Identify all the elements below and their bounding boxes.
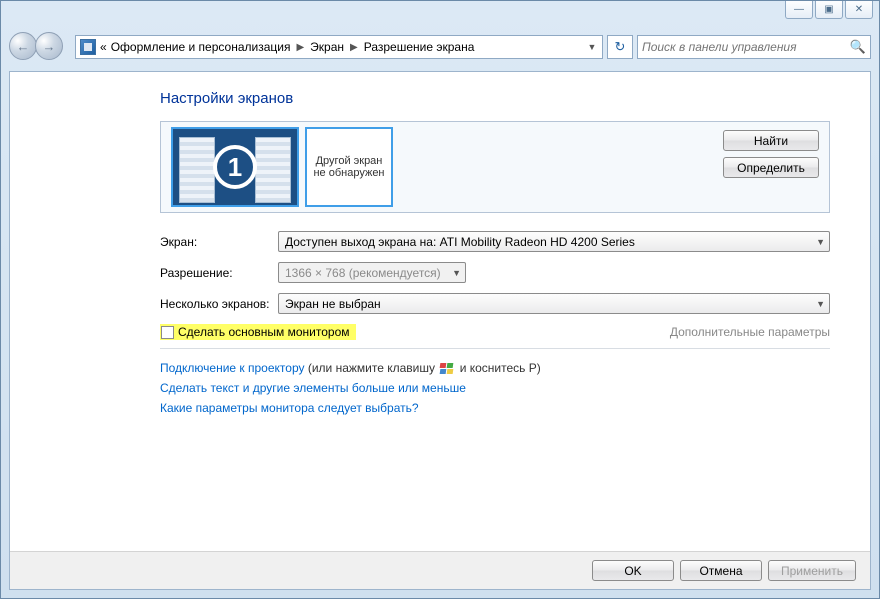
nav-buttons: ← → [9, 32, 71, 62]
row-text-size: Сделать текст и другие элементы больше и… [160, 381, 830, 395]
text-size-link[interactable]: Сделать текст и другие элементы больше и… [160, 381, 466, 395]
chevron-down-icon: ▼ [816, 237, 825, 247]
window-frame: — ▣ ✕ ← → « Оформление и персонализация … [0, 0, 880, 599]
forward-button[interactable]: → [35, 32, 63, 60]
monitor-1-number: 1 [213, 145, 257, 189]
row-resolution: Разрешение: 1366 × 768 (рекомендуется) ▼ [160, 262, 830, 283]
resolution-label: Разрешение: [160, 266, 278, 280]
monitor-preview: 1 Другой экран не обнаружен Найти Опреде… [160, 121, 830, 213]
row-which-settings: Какие параметры монитора следует выбрать… [160, 401, 830, 415]
breadcrumb-item[interactable]: Разрешение экрана [364, 40, 475, 54]
chevron-down-icon: ▼ [452, 268, 461, 278]
multi-value: Экран не выбран [285, 297, 381, 311]
refresh-button[interactable]: ↻ [607, 35, 633, 59]
resolution-value: 1366 × 768 (рекомендуется) [285, 266, 441, 280]
make-primary-highlight: Сделать основным монитором [160, 324, 356, 340]
make-primary-checkbox[interactable] [161, 326, 174, 339]
maximize-button[interactable]: ▣ [815, 1, 843, 19]
monitor-2-placeholder[interactable]: Другой экран не обнаружен [305, 127, 393, 207]
breadcrumb-item[interactable]: Экран [310, 40, 344, 54]
page-title: Настройки экранов [160, 90, 830, 107]
advanced-settings-link[interactable]: Дополнительные параметры [670, 325, 830, 339]
address-bar[interactable]: « Оформление и персонализация ▶ Экран ▶ … [75, 35, 603, 59]
content-frame: Настройки экранов 1 Другой экран не обна… [9, 71, 871, 590]
breadcrumb-prefix: « [100, 40, 107, 54]
identify-button[interactable]: Определить [723, 157, 819, 178]
back-button[interactable]: ← [9, 32, 37, 60]
projector-link[interactable]: Подключение к проектору [160, 361, 305, 375]
minimize-button[interactable]: — [785, 1, 813, 19]
screen-label: Экран: [160, 235, 278, 249]
apply-button[interactable]: Применить [768, 560, 856, 581]
cancel-button[interactable]: Отмена [680, 560, 762, 581]
address-dropdown-icon[interactable]: ▼ [584, 42, 600, 52]
breadcrumb-item[interactable]: Оформление и персонализация [111, 40, 291, 54]
projector-hint-1: (или нажмите клавишу [308, 361, 439, 375]
row-make-primary: Сделать основным монитором Дополнительны… [160, 324, 830, 340]
screen-combo[interactable]: Доступен выход экрана на: ATI Mobility R… [278, 231, 830, 252]
projector-hint-2: и коснитесь P) [460, 361, 541, 375]
preview-side-buttons: Найти Определить [723, 130, 819, 178]
resolution-combo[interactable]: 1366 × 768 (рекомендуется) ▼ [278, 262, 466, 283]
search-box[interactable]: 🔍 [637, 35, 871, 59]
find-button[interactable]: Найти [723, 130, 819, 151]
multi-label: Несколько экранов: [160, 297, 278, 311]
monitor-thumbnails: 1 Другой экран не обнаружен [171, 127, 393, 207]
row-projector: Подключение к проектору (или нажмите кла… [160, 361, 830, 375]
divider [160, 348, 830, 349]
screen-value: Доступен выход экрана на: ATI Mobility R… [285, 235, 635, 249]
toolbar: ← → « Оформление и персонализация ▶ Экра… [9, 31, 871, 63]
chevron-right-icon: ▶ [294, 42, 306, 53]
row-screen: Экран: Доступен выход экрана на: ATI Mob… [160, 231, 830, 252]
search-icon[interactable]: 🔍 [850, 39, 866, 55]
row-multi-screens: Несколько экранов: Экран не выбран ▼ [160, 293, 830, 314]
search-input[interactable] [642, 40, 850, 54]
windows-key-icon [440, 363, 454, 375]
make-primary-label: Сделать основным монитором [178, 325, 350, 339]
bottom-button-bar: OK Отмена Применить [10, 551, 870, 589]
control-panel-icon [80, 39, 96, 55]
chevron-right-icon: ▶ [348, 42, 360, 53]
ok-button[interactable]: OK [592, 560, 674, 581]
chevron-down-icon: ▼ [816, 299, 825, 309]
multi-combo[interactable]: Экран не выбран ▼ [278, 293, 830, 314]
which-settings-link[interactable]: Какие параметры монитора следует выбрать… [160, 401, 419, 415]
window-controls: — ▣ ✕ [785, 1, 873, 19]
monitor-1[interactable]: 1 [171, 127, 299, 207]
content: Настройки экранов 1 Другой экран не обна… [10, 72, 870, 431]
close-button[interactable]: ✕ [845, 1, 873, 19]
